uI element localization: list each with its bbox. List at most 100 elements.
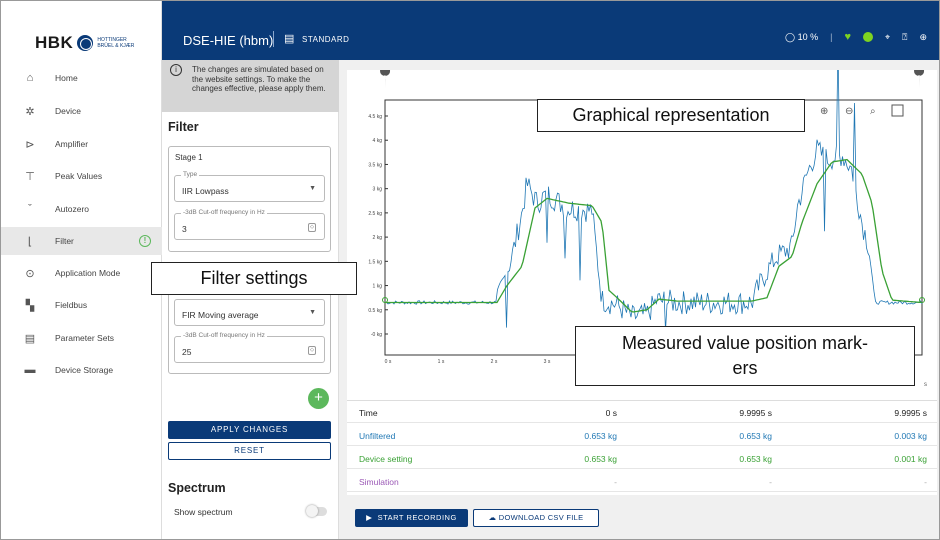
marker1-value: 0.653 kg [584,431,617,441]
language-globe-icon[interactable]: ⊕ [919,32,927,43]
stage1-cutoff-input[interactable]: -3dB Cut-off frequency in Hz 3 ◇ [174,209,325,240]
filter-icon: ⌊ [27,235,33,248]
sidebar-item-label: Filter [55,236,74,246]
stage2-cutoff-input[interactable]: -3dB Cut-off frequency in Hz 25 ◇ [174,332,325,363]
sidebar-item-label: Fieldbus [55,300,88,310]
field-value: IIR Lowpass [182,186,229,196]
sidebar-item-filter[interactable]: ⌊ Filter ! [1,227,162,255]
difference-value: 0.001 kg [894,454,927,464]
sidebar-item-autozero[interactable]: ˇ Autozero [1,195,162,223]
sidebar-item-label: Application Mode [55,268,121,278]
field-legend: -3dB Cut-off frequency in Hz [181,332,267,339]
download-csv-label: DOWNLOAD CSV FILE [498,513,584,522]
simulation-notice: i The changes are simulated based on the… [162,60,339,112]
notice-text: The changes are simulated based on the w… [192,65,326,93]
parameter-icon: ▤ [24,332,36,345]
zoom-settings-icon[interactable] [891,104,904,117]
stepper-icon[interactable]: ◇ [308,223,316,232]
play-icon: ▶ [366,513,373,522]
sidebar-item-device-storage[interactable]: ▬ Device Storage [1,356,162,384]
sidebar-item-peak-values[interactable]: ⊤ Peak Values [1,162,162,190]
device-setting-series [385,158,922,313]
sidebar-item-application-mode[interactable]: ⊙ Application Mode [1,259,162,287]
difference-value: 9.9995 s [894,408,927,418]
hbk-logo: HBK HOTTINGER BRÜEL & KJÆR [35,33,134,53]
sidebar-item-label: Device Storage [55,365,114,375]
sidebar-item-home[interactable]: ⌂ Home [1,64,162,92]
pending-changes-icon: ! [139,235,151,247]
zoom-reset-icon[interactable]: ⌕ [870,106,876,117]
x-tick-label: 2 s [491,359,498,365]
sidebar-item-fieldbus[interactable]: ▚ Fieldbus [1,291,162,319]
sidebar-item-label: Home [55,73,78,83]
table-row-simulation: Simulation - - - [347,470,937,492]
zoom-out-icon[interactable]: ⊖ [845,106,853,117]
status-dot-icon [862,32,873,42]
main-area: 4.5 kg 4 kg 3.5 kg 3 kg 2.5 kg 2 kg 1.5 kg 1 kg… [339,60,939,539]
plot-frame [384,99,923,356]
sidebar-item-amplifier[interactable]: ⊳ Amplifier [1,130,162,158]
y-tick-label: -0 kg [371,332,382,338]
sidebar-item-parameter-sets[interactable]: ▤ Parameter Sets [1,324,162,352]
spectrum-title: Spectrum [168,481,226,495]
target-icon: ⊙ [25,267,35,280]
x-axis: 0 s 1 s 2 s 3 s [385,359,551,365]
callout-graphical-representation: Graphical representation [537,99,805,132]
filter-panel: i The changes are simulated based on the… [162,60,339,539]
callout-position-markers: Measured value position mark- ers [575,326,915,386]
cpu-percent: 10 % [797,31,819,42]
sidebar-item-label: Amplifier [55,139,89,149]
download-csv-button[interactable]: ☁ DOWNLOAD CSV FILE [473,509,599,527]
cloud-download-icon: ☁ [488,513,497,522]
stage1-label: Stage 1 [175,153,203,162]
chevron-down-icon: ▼ [309,185,316,192]
fieldbus-icon: ▚ [25,299,35,312]
sidebar-item-device[interactable]: ✲ Device [1,97,162,125]
show-spectrum-toggle[interactable] [306,505,327,517]
cpu-load: ◯ 10 % [785,31,819,42]
show-spectrum-label: Show spectrum [174,507,233,517]
x-tick-label: 1 s [438,359,445,365]
row-label: Simulation [359,477,399,487]
y-tick-label: 2 kg [373,235,383,241]
start-recording-button[interactable]: ▶ START RECORDING [355,509,468,527]
marker1-value: 0 s [605,408,617,418]
stepper-icon[interactable]: ◇ [308,346,316,355]
stage2-type-select[interactable]: FIR Moving average ▼ [174,299,325,326]
start-recording-label: START RECORDING [377,513,457,522]
reset-button[interactable]: RESET [168,442,331,460]
crosshair-icon[interactable]: ⌖ [885,32,890,43]
apply-changes-button[interactable]: APPLY CHANGES [168,421,331,439]
add-stage-button[interactable]: + [308,388,329,409]
marker2-value: 0.653 kg [739,431,772,441]
mode-label: STANDARD [302,35,350,44]
difference-value: - [924,477,927,487]
marker2-number: 2 [918,75,921,81]
amplifier-icon: ⊳ [25,138,35,151]
zoom-in-icon[interactable]: ⊕ [820,106,828,117]
callout-markers-line2: ers [732,358,758,378]
row-label: Unfiltered [359,431,396,441]
row-label: Device setting [359,454,413,464]
field-value: FIR Moving average [182,310,259,320]
help-icon[interactable]: ⍰ [902,32,907,43]
x-tick-label: 3 s [544,359,551,365]
sidebar-item-label: Parameter Sets [55,333,115,343]
y-tick-label: 4.5 kg [368,114,382,120]
globe-logo-icon [77,35,94,51]
brand-sub2: BRÜEL & KJÆR [97,43,135,49]
table-row-unfiltered: Unfiltered 0.653 kg 0.653 kg 0.003 kg [347,424,937,446]
y-tick-label: 1 kg [373,284,383,290]
y-tick-label: 4 kg [373,138,383,144]
header-status-area: ◯ 10 % | ♥ ⌖ ⍰ ⊕ [785,31,927,43]
position-marker-2[interactable]: 2 [914,70,925,88]
book-icon: ▤ [284,33,295,45]
stage1-type-select[interactable]: Type IIR Lowpass ▼ [174,171,325,202]
marker1-value: 0.653 kg [584,454,617,464]
heart-icon: ♥ [844,31,851,43]
header-divider-right: | [830,32,833,42]
position-marker-1[interactable]: 1 [380,70,391,88]
folder-icon: ▬ [24,364,36,376]
filter-title: Filter [168,120,199,134]
field-value: 3 [182,224,187,234]
